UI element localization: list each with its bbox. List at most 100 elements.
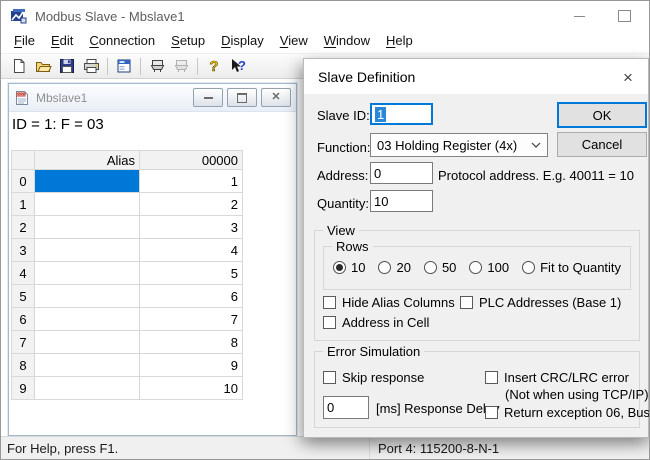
maximize-button[interactable]	[602, 1, 647, 31]
dialog-close-button[interactable]: ×	[617, 66, 639, 88]
print-button[interactable]	[79, 55, 103, 77]
grid-cell-value[interactable]: 4	[140, 239, 243, 262]
checkbox-icon	[460, 296, 473, 309]
hide-alias-checkbox[interactable]: Hide Alias Columns	[323, 295, 455, 310]
slave-id-input[interactable]: 1	[370, 103, 433, 125]
open-file-button[interactable]	[31, 55, 55, 77]
response-delay-input[interactable]: 0	[323, 396, 369, 419]
return-exception-checkbox[interactable]: Return exception 06, Busy	[485, 405, 650, 420]
grid-cell-alias[interactable]	[35, 216, 140, 239]
cancel-button[interactable]: Cancel	[557, 132, 647, 157]
grid-cell-value[interactable]: 2	[140, 193, 243, 216]
grid-row: 9 10	[12, 377, 243, 400]
doc-close-icon: ✕	[271, 92, 280, 103]
doc-close-button[interactable]: ✕	[261, 88, 291, 107]
radio-rows-20[interactable]: 20	[378, 260, 410, 275]
checkbox-icon	[323, 316, 336, 329]
grid-cell-value[interactable]: 8	[140, 331, 243, 354]
checkbox-label: Insert CRC/LRC error	[504, 370, 629, 385]
grid-row-header[interactable]: 0	[12, 170, 35, 193]
menu-window[interactable]: Window	[316, 31, 378, 51]
menu-edit[interactable]: Edit	[43, 31, 81, 51]
grid-row: 34	[12, 239, 243, 262]
menu-display[interactable]: Display	[213, 31, 272, 51]
grid-cell-alias[interactable]	[35, 193, 140, 216]
doc-restore-button[interactable]	[227, 88, 257, 107]
minimize-button[interactable]	[557, 1, 602, 31]
radio-rows-10[interactable]: 10	[333, 260, 365, 275]
save-button[interactable]	[55, 55, 79, 77]
grid-row: 89	[12, 354, 243, 377]
menu-setup[interactable]: Setup	[163, 31, 213, 51]
address-in-cell-checkbox[interactable]: Address in Cell	[323, 315, 429, 330]
grid-row-header[interactable]: 7	[12, 331, 35, 354]
plc-addresses-checkbox[interactable]: PLC Addresses (Base 1)	[460, 295, 621, 310]
connect-button[interactable]	[145, 55, 169, 77]
grid-cell-value[interactable]: 10	[140, 377, 243, 400]
view-group-label: View	[323, 223, 359, 238]
grid-cell-alias[interactable]	[35, 354, 140, 377]
grid-value-header[interactable]: 00000	[140, 151, 243, 170]
grid-row-header[interactable]: 2	[12, 216, 35, 239]
grid-row-header[interactable]: 9	[12, 377, 35, 400]
menu-file[interactable]: File	[6, 31, 43, 51]
skip-response-checkbox[interactable]: Skip response	[323, 370, 424, 385]
svg-text:?: ?	[209, 58, 218, 74]
grid-cell-alias[interactable]	[35, 331, 140, 354]
grid-cell-value[interactable]: 3	[140, 216, 243, 239]
response-delay-value: 0	[327, 400, 334, 415]
grid-cell-alias[interactable]	[35, 170, 140, 193]
help-button[interactable]: ?	[202, 55, 226, 77]
grid-cell-value[interactable]: 9	[140, 354, 243, 377]
grid-cell-alias[interactable]	[35, 262, 140, 285]
ok-label: OK	[593, 108, 612, 123]
function-dropdown[interactable]: 03 Holding Register (4x)	[370, 133, 548, 157]
doc-window-title-bar[interactable]: DOC Mbslave1 ✕	[9, 84, 296, 112]
grid-row-header[interactable]: 1	[12, 193, 35, 216]
grid-row-header[interactable]: 6	[12, 308, 35, 331]
insert-crc-error-checkbox[interactable]: Insert CRC/LRC error	[485, 370, 629, 385]
doc-minimize-icon	[204, 97, 213, 99]
address-input[interactable]: 0	[370, 162, 433, 184]
error-simulation-groupbox: Error Simulation Skip response Insert CR…	[314, 351, 640, 428]
grid-alias-header[interactable]: Alias	[35, 151, 140, 170]
grid-corner-header[interactable]	[12, 151, 35, 170]
status-separator	[369, 437, 370, 459]
title-bar: Modbus Slave - Mbslave1	[1, 1, 649, 31]
checkbox-label: Return exception 06, Busy	[504, 405, 650, 420]
quantity-value: 10	[374, 194, 388, 209]
grid-cell-value[interactable]: 1	[140, 170, 243, 193]
ok-button[interactable]: OK	[557, 102, 647, 128]
grid-row-header[interactable]: 5	[12, 285, 35, 308]
grid-cell-alias[interactable]	[35, 285, 140, 308]
radio-label: 50	[442, 260, 456, 275]
grid-cell-alias[interactable]	[35, 308, 140, 331]
grid-cell-value[interactable]: 6	[140, 285, 243, 308]
grid-cell-value[interactable]: 5	[140, 262, 243, 285]
maximize-icon	[618, 10, 631, 22]
display-setup-button[interactable]	[112, 55, 136, 77]
grid-row-header[interactable]: 3	[12, 239, 35, 262]
error-simulation-label: Error Simulation	[323, 344, 424, 359]
radio-rows-50[interactable]: 50	[424, 260, 456, 275]
new-file-button[interactable]	[7, 55, 31, 77]
menu-connection[interactable]: Connection	[81, 31, 163, 51]
grid-row-header[interactable]: 4	[12, 262, 35, 285]
radio-fit-to-quantity[interactable]: Fit to Quantity	[522, 260, 621, 275]
grid-cell-alias[interactable]	[35, 239, 140, 262]
menu-help[interactable]: Help	[378, 31, 421, 51]
grid-row-header[interactable]: 8	[12, 354, 35, 377]
disconnect-button[interactable]	[169, 55, 193, 77]
radio-rows-100[interactable]: 100	[469, 260, 509, 275]
context-help-button[interactable]: ?	[226, 55, 250, 77]
quantity-input[interactable]: 10	[370, 190, 433, 212]
doc-minimize-button[interactable]	[193, 88, 223, 107]
function-label: Function:	[317, 140, 370, 155]
menu-view[interactable]: View	[272, 31, 316, 51]
slave-id-label: Slave ID:	[317, 108, 370, 123]
dialog-title-bar: Slave Definition	[304, 59, 648, 94]
rows-groupbox: Rows 10 20 50	[323, 246, 631, 290]
status-port-text: Port 4: 115200-8-N-1	[378, 441, 499, 456]
grid-cell-value[interactable]: 7	[140, 308, 243, 331]
grid-cell-alias[interactable]	[35, 377, 140, 400]
